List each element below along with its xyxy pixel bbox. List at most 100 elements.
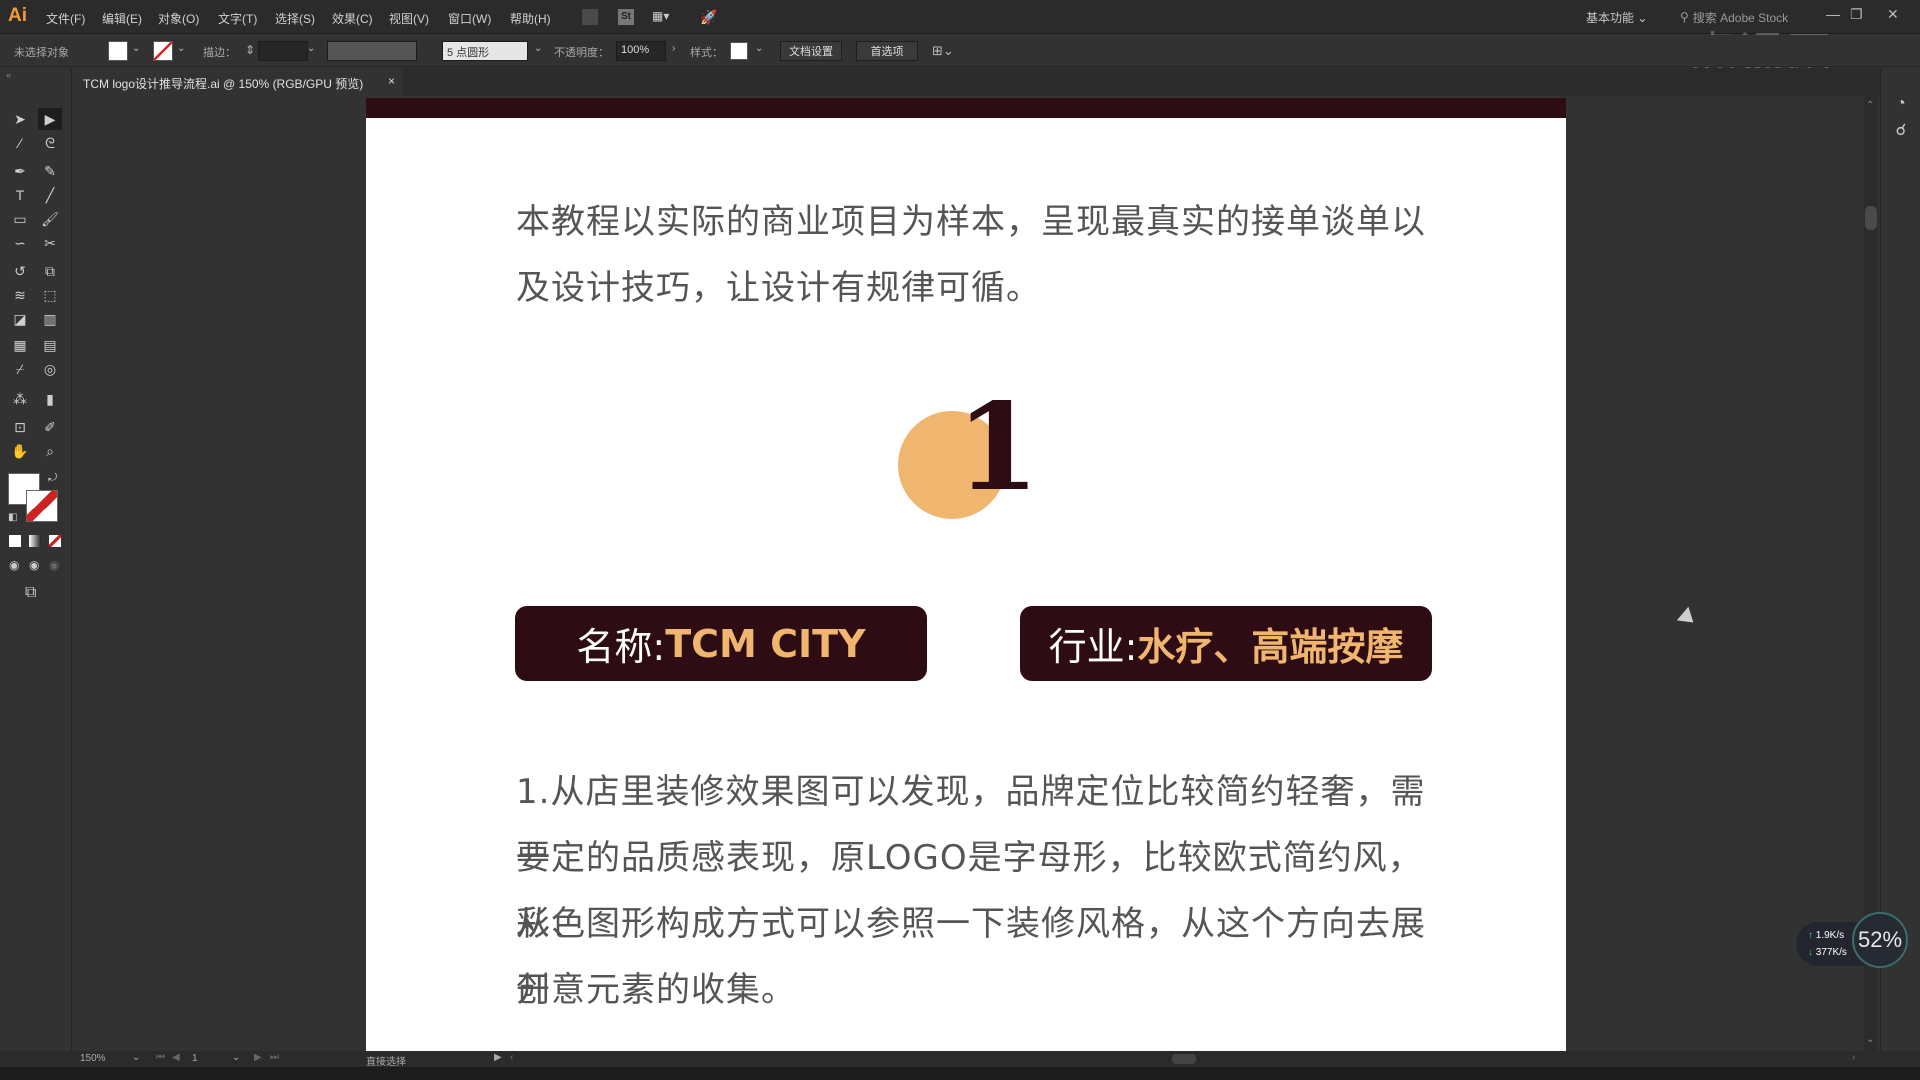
align-options-icon[interactable]: ⊞⌄ [932,43,954,59]
rotate-tool[interactable]: ↺ [8,260,32,282]
zoom-level[interactable]: 150% [80,1053,106,1064]
first-artboard-icon[interactable]: ⏮ [156,1052,165,1063]
close-window-button[interactable]: ✕ [1887,6,1899,23]
stroke-swatch[interactable] [153,41,173,61]
menu-help[interactable]: 帮助(H) [510,10,551,27]
zoom-tool[interactable]: ⌕ [38,440,62,462]
scroll-down-icon[interactable]: ⌄ [1866,1034,1874,1045]
brush-definition-select[interactable]: 5 点圆形 [442,41,528,61]
type-tool[interactable]: T [8,184,32,206]
properties-panel-icon[interactable]: ◔ [1891,94,1911,114]
bridge-icon[interactable] [582,9,598,25]
none-mode-icon[interactable] [49,535,61,547]
menu-type[interactable]: 文字(T) [218,10,257,27]
scrollbar-thumb[interactable] [1865,206,1877,230]
zoom-chevron-icon[interactable]: ⌄ [132,1052,140,1063]
gradient-mode-icon[interactable] [29,535,41,547]
style-chevron-icon[interactable]: ⌄ [755,43,763,54]
document-setup-button[interactable]: 文档设置 [780,41,842,61]
curvature-tool[interactable]: ✎ [38,160,62,182]
status-menu-icon[interactable]: ▶ [494,1052,502,1063]
column-graph-tool[interactable]: ▮ [38,388,62,410]
last-artboard-icon[interactable]: ⏭ [270,1052,279,1063]
paintbrush-tool[interactable]: 🖌 [38,208,62,230]
scroll-right-icon[interactable]: › [1852,1052,1855,1063]
control-bar: 未选择对象 ⌄ ⌄ 描边： ⇕ ⌄ 5 点圆形 ⌄ 不透明度： 100% › 样… [0,35,1920,67]
perspective-grid-tool[interactable]: ▥ [38,308,62,330]
color-mode-icon[interactable] [9,535,21,547]
vertical-scrollbar[interactable]: ⌃ ⌄ [1864,96,1878,1051]
selection-tool[interactable]: ➤ [8,108,32,130]
scale-tool[interactable]: ⧉ [38,260,62,282]
artboard-tool[interactable]: ⊡ [8,416,32,438]
download-speed: 377K/s [1815,947,1847,958]
rotate-icon: ↺ [14,262,26,279]
restore-button[interactable]: ❐ [1850,6,1863,23]
swap-fill-stroke-icon[interactable]: ⤾ [48,472,57,485]
pen-tool[interactable]: ✒ [8,160,32,182]
gradient-tool[interactable]: ▤ [38,334,62,356]
scroll-up-icon[interactable]: ⌃ [1866,100,1874,111]
stroke-stepper-icon[interactable]: ⇕ [245,43,255,57]
stroke-weight-chevron-icon[interactable]: ⌄ [307,43,315,54]
menu-window[interactable]: 窗口(W) [448,10,491,27]
menu-file[interactable]: 文件(F) [46,10,85,27]
screen-mode-icon[interactable]: ⧉ [25,584,36,602]
gpu-performance-icon[interactable]: 🚀 [700,9,717,25]
name-badge-label: 名称: [576,625,666,669]
artboard[interactable]: 本教程以实际的商业项目为样本，呈现最真实的接单谈单以 及设计技巧，让设计有规律可… [366,98,1566,1058]
artboard-number[interactable]: 1 [192,1053,198,1064]
opacity-expand-icon[interactable]: › [672,43,675,54]
draw-normal-icon[interactable]: ◉ [9,558,19,572]
rectangle-tool[interactable]: ▭ [8,208,32,230]
artboard-chevron-icon[interactable]: ⌄ [232,1052,240,1063]
menu-effect[interactable]: 效果(C) [332,10,373,27]
fill-chevron-icon[interactable]: ⌄ [132,43,140,54]
stroke-chevron-icon[interactable]: ⌄ [177,43,185,54]
horizontal-scrollbar-thumb[interactable] [1172,1054,1196,1064]
preferences-button[interactable]: 首选项 [856,41,918,61]
menu-view[interactable]: 视图(V) [389,10,429,27]
blend-tool[interactable]: ◎ [38,358,62,380]
scissors-tool[interactable]: ✂ [38,232,62,254]
lasso-tool[interactable]: ᘓ [38,132,62,154]
eyedropper-tool[interactable]: ⌿ [8,358,32,380]
libraries-panel-icon[interactable]: ☌ [1891,120,1911,140]
magic-wand-tool[interactable]: ⁄ [8,132,32,154]
variable-width-profile[interactable] [327,41,417,61]
menu-object[interactable]: 对象(O) [158,10,199,27]
menu-select[interactable]: 选择(S) [275,10,315,27]
style-label: 样式： [690,47,723,59]
stroke-color-swatch[interactable] [26,490,58,522]
symbol-sprayer-tool[interactable]: ⁂ [8,388,32,410]
close-tab-icon[interactable]: × [388,74,395,88]
draw-behind-icon[interactable]: ◉ [29,558,39,572]
shaper-tool[interactable]: ∽ [8,232,32,254]
arrange-documents-icon[interactable]: ▦▾ [652,9,678,25]
shape-builder-tool[interactable]: ◪ [8,308,32,330]
default-colors-icon[interactable]: ◧ [8,512,17,523]
brush-chevron-icon[interactable]: ⌄ [534,43,542,54]
draw-inside-icon[interactable]: ◉ [49,558,59,572]
canvas[interactable]: 本教程以实际的商业项目为样本，呈现最真实的接单谈单以 及设计技巧，让设计有规律可… [73,96,1862,1058]
document-tab[interactable]: TCM logo设计推导流程.ai @ 150% (RGB/GPU 预览) × [73,68,403,96]
hand-tool[interactable]: ✋ [8,440,32,462]
collapse-panel-icon[interactable]: « [6,70,11,80]
line-segment-tool[interactable]: ╱ [38,184,62,206]
menu-edit[interactable]: 编辑(E) [102,10,142,27]
scale-icon: ⧉ [45,262,55,279]
workspace-switcher[interactable]: 基本功能 ⌄ [1586,9,1647,26]
mesh-tool[interactable]: ▦ [8,334,32,356]
prev-artboard-icon[interactable]: ◀ [172,1052,180,1063]
scroll-left-icon[interactable]: ‹ [510,1052,513,1063]
warp-icon: ≋ [14,286,26,303]
stroke-weight-field[interactable] [258,41,308,61]
warp-tool[interactable]: ≋ [8,284,32,306]
fill-swatch[interactable] [108,41,128,61]
stock-icon[interactable]: St [618,9,634,25]
slice-tool[interactable]: ✐ [38,416,62,438]
free-transform-tool[interactable]: ⬚ [38,284,62,306]
direct-selection-tool[interactable]: ▶ [38,108,62,130]
graphic-style-swatch[interactable] [730,42,748,60]
next-artboard-icon[interactable]: ▶ [254,1052,262,1063]
